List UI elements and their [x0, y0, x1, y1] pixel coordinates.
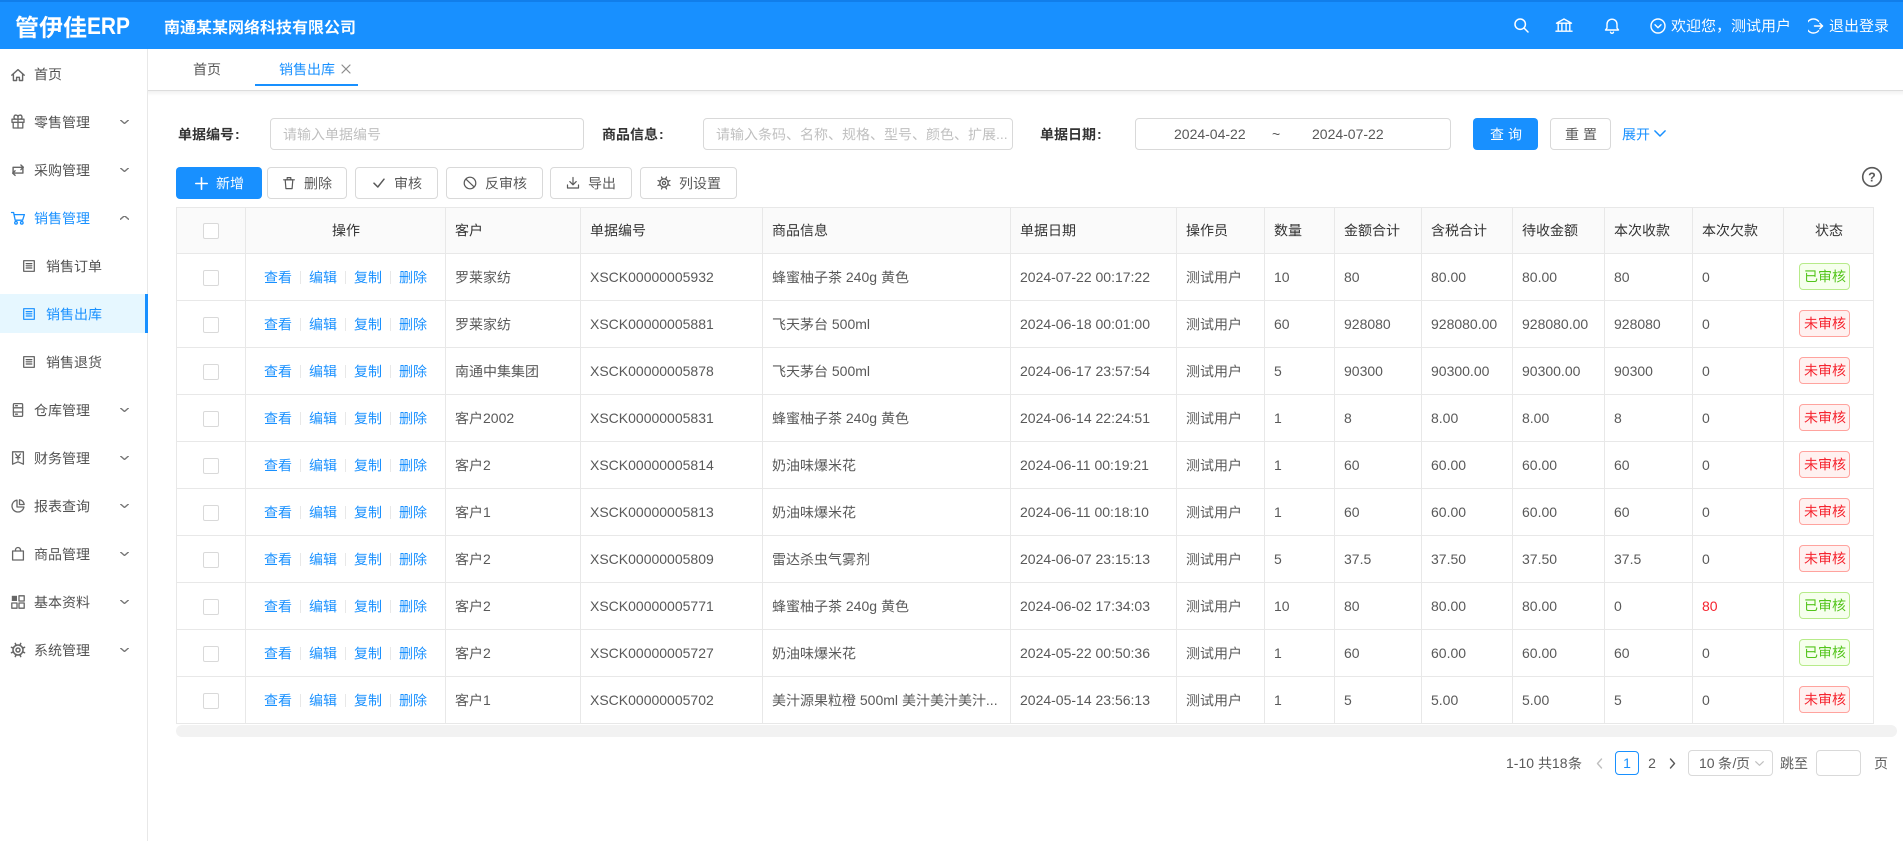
svg-text:?: ?	[1868, 171, 1876, 185]
